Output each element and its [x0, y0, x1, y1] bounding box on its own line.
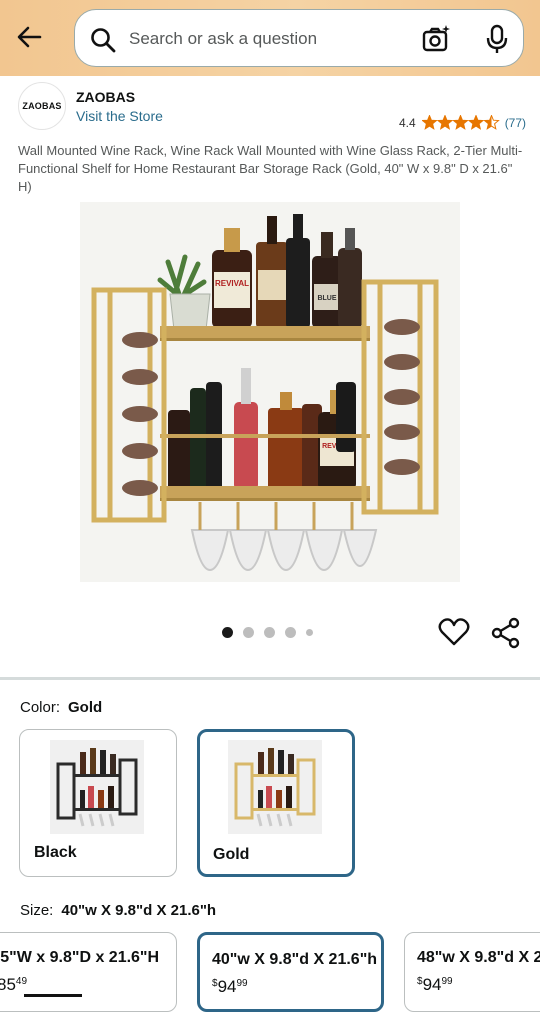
store-logo-text: ZAOBAS: [22, 101, 62, 111]
pagination-dot-active[interactable]: [222, 627, 233, 638]
size-option-48[interactable]: 48"w X 9.8"d X 21.6"h $9499: [404, 932, 540, 1012]
top-header: Search or ask a question: [0, 0, 540, 76]
color-option-label: Black: [34, 844, 77, 861]
black-rack-thumbnail: [50, 740, 144, 834]
gold-rack-thumbnail: [228, 740, 322, 834]
size-option-price: $9499: [417, 975, 453, 994]
share-icon[interactable]: [490, 617, 522, 649]
search-icon: [91, 28, 116, 53]
size-label-text: Size:: [20, 902, 54, 919]
back-button[interactable]: [12, 20, 46, 54]
microphone-icon[interactable]: [483, 24, 511, 54]
color-option-gold[interactable]: Gold: [197, 729, 355, 877]
pagination-dot[interactable]: [243, 627, 254, 638]
rating-value: 4.4: [399, 115, 416, 130]
search-bar[interactable]: Search or ask a question: [74, 9, 524, 67]
search-input[interactable]: Search or ask a question: [129, 29, 317, 49]
pagination-dot[interactable]: [264, 627, 275, 638]
bottle-label-blue: BLUE: [317, 295, 336, 302]
size-option-name: 31.5"W x 9.8"D x 21.6"H: [0, 949, 160, 966]
size-selected-value: 40"w X 9.8"d X 21.6"h: [61, 902, 217, 919]
color-label-text: Color:: [20, 699, 61, 716]
review-count-link[interactable]: (77): [505, 116, 526, 130]
size-option-40[interactable]: 40"w X 9.8"d X 21.6"h $9499: [197, 932, 384, 1012]
size-option-name: 48"w X 9.8"d X 21.6"h: [417, 949, 540, 966]
size-option-name: 40"w X 9.8"d X 21.6"h: [212, 951, 378, 968]
color-option-label: Gold: [213, 846, 250, 863]
color-label: Color: Gold: [20, 699, 102, 716]
size-option-31-5[interactable]: 31.5"W x 9.8"D x 21.6"H 8549: [0, 932, 177, 1012]
camera-search-icon[interactable]: [421, 24, 451, 54]
color-selected-value: Gold: [68, 699, 103, 716]
size-label: Size: 40"w X 9.8"d X 21.6"h: [20, 902, 216, 919]
size-option-price: $9499: [212, 977, 248, 996]
rating-summary[interactable]: 4.4 (77): [399, 115, 526, 130]
pagination-dot[interactable]: [285, 627, 296, 638]
wine-rack-image: REVIVAL BLUE: [80, 202, 460, 582]
store-name: ZAOBAS: [76, 89, 136, 105]
store-logo[interactable]: ZAOBAS: [18, 82, 66, 130]
color-option-black[interactable]: Black: [19, 729, 177, 877]
product-image[interactable]: REVIVAL BLUE: [80, 202, 460, 582]
pagination-dot[interactable]: [306, 629, 313, 636]
image-pagination[interactable]: [222, 627, 313, 638]
size-option-price: 8549: [0, 975, 28, 994]
bottle-label-revival: REVIVAL: [215, 279, 249, 288]
heart-icon[interactable]: [438, 617, 470, 647]
product-title: Wall Mounted Wine Rack, Wine Rack Wall M…: [18, 143, 523, 194]
back-arrow-icon: [17, 26, 42, 48]
star-rating-icon: [421, 115, 500, 130]
visit-store-link[interactable]: Visit the Store: [76, 108, 163, 124]
section-divider: [0, 677, 540, 680]
